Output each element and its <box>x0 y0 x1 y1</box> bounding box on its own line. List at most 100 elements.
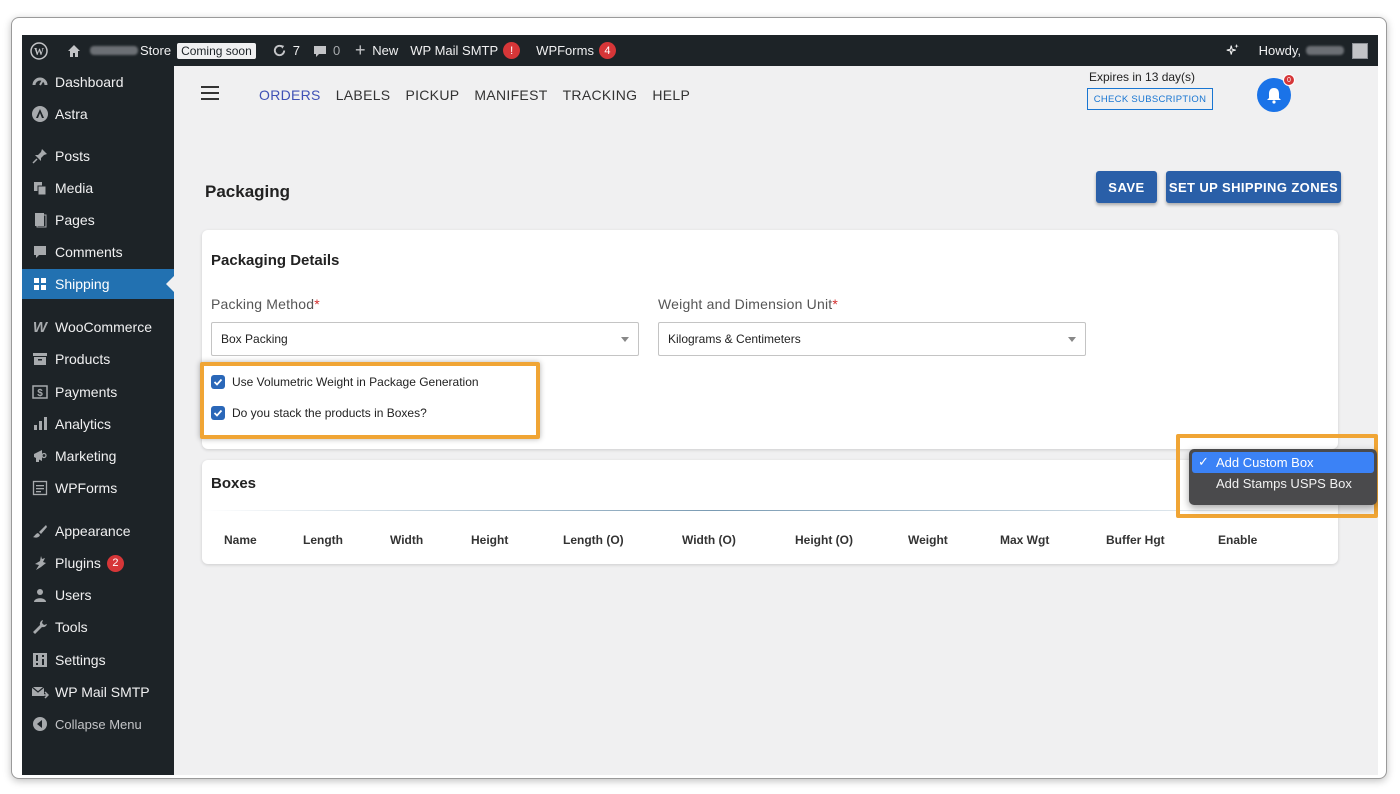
column-header-height: Height <box>471 533 509 547</box>
plus-icon: + <box>355 40 366 60</box>
nav-orders[interactable]: ORDERS <box>259 87 321 103</box>
account-menu[interactable]: Howdy, <box>1247 35 1378 66</box>
column-header-length: Length <box>303 533 343 547</box>
wpforms-link[interactable]: WPForms 4 <box>526 35 622 66</box>
save-button[interactable]: SAVE <box>1096 171 1157 203</box>
updates-link[interactable]: 7 <box>266 35 306 66</box>
checkbox-highlight-box <box>200 362 540 439</box>
brush-icon <box>30 521 50 541</box>
check-subscription-button[interactable]: CHECK SUBSCRIPTION <box>1087 88 1213 110</box>
packing-method-value: Box Packing <box>221 332 288 346</box>
bell-icon <box>1267 88 1281 104</box>
woo-icon: W <box>32 318 48 336</box>
sidebar-item-products[interactable]: Products <box>22 344 174 374</box>
boxes-card: Boxes Name Length Width Height Length (O… <box>202 460 1338 564</box>
sidebar-item-wpforms[interactable]: WPForms <box>22 473 174 503</box>
sidebar-item-comments[interactable]: Comments <box>22 237 174 267</box>
sidebar-item-label: Appearance <box>55 523 131 539</box>
top-nav: ORDERS LABELS PICKUP MANIFEST TRACKING H… <box>259 87 705 103</box>
plugins-count-badge: 2 <box>106 554 124 572</box>
weight-unit-label: Weight and Dimension Unit* <box>658 296 838 312</box>
sidebar-item-astra[interactable]: Astra <box>22 99 174 129</box>
sidebar-item-label: WooCommerce <box>55 319 152 335</box>
required-mark: * <box>832 296 839 312</box>
new-content-link[interactable]: + New <box>346 35 404 66</box>
astra-icon <box>30 104 50 124</box>
sidebar-item-payments[interactable]: $ Payments <box>22 377 174 407</box>
page-title: Packaging <box>205 182 291 201</box>
column-header-name: Name <box>224 533 257 547</box>
packing-method-select[interactable]: Box Packing <box>211 322 639 356</box>
window-frame: W Store Coming soon 7 0 + New WP Mail SM… <box>11 17 1387 779</box>
sidebar-item-wp-mail-smtp[interactable]: WP Mail SMTP <box>22 677 174 707</box>
comment-icon <box>30 242 50 262</box>
nav-tracking[interactable]: TRACKING <box>563 87 638 103</box>
nav-pickup[interactable]: PICKUP <box>405 87 459 103</box>
site-name-suffix: Store <box>140 43 172 58</box>
nav-labels[interactable]: LABELS <box>336 87 391 103</box>
sidebar-item-label: Marketing <box>55 448 117 464</box>
column-header-height-outer: Height (O) <box>795 533 853 547</box>
settings-icon <box>30 650 50 670</box>
plug-icon <box>30 553 50 573</box>
sidebar-item-plugins[interactable]: Plugins 2 <box>22 548 174 578</box>
screen: W Store Coming soon 7 0 + New WP Mail SM… <box>22 35 1378 775</box>
collapse-icon <box>30 714 50 734</box>
avatar <box>1352 42 1368 59</box>
chevron-down-icon <box>621 337 629 342</box>
add-stamps-usps-box-label: Add Stamps USPS Box <box>1216 476 1352 491</box>
dollar-icon: $ <box>30 382 50 402</box>
set-up-shipping-zones-button[interactable]: SET UP SHIPPING ZONES <box>1166 171 1341 203</box>
new-label: New <box>372 43 399 58</box>
howdy-label: Howdy, <box>1258 43 1301 58</box>
sidebar-item-posts[interactable]: Posts <box>22 141 174 171</box>
pin-icon <box>30 146 50 166</box>
site-name-link[interactable]: Store <box>54 35 177 66</box>
sidebar-item-tools[interactable]: Tools <box>22 612 174 642</box>
wp-mail-smtp-link[interactable]: WP Mail SMTP ! <box>404 35 526 66</box>
sidebar-item-label: Comments <box>55 244 123 260</box>
nav-help[interactable]: HELP <box>652 87 690 103</box>
sidebar-item-analytics[interactable]: Analytics <box>22 409 174 439</box>
svg-text:W: W <box>34 47 44 58</box>
archive-icon <box>30 349 50 369</box>
sidebar-item-label: Payments <box>55 384 118 400</box>
admin-bar-right: Howdy, <box>1219 35 1378 66</box>
admin-bar: W Store Coming soon 7 0 + New WP Mail SM… <box>22 35 1378 66</box>
sidebar-item-users[interactable]: Users <box>22 580 174 610</box>
sidebar-item-media[interactable]: Media <box>22 173 174 203</box>
sidebar-item-shipping[interactable]: Shipping <box>22 269 174 299</box>
weight-unit-select[interactable]: Kilograms & Centimeters <box>658 322 1086 356</box>
updates-count: 7 <box>292 43 301 58</box>
user-icon <box>30 585 50 605</box>
hamburger-menu-icon[interactable] <box>201 86 219 100</box>
sidebar-item-woocommerce[interactable]: W WooCommerce <box>22 312 174 342</box>
collapse-menu-button[interactable]: Collapse Menu <box>22 709 174 739</box>
sidebar-item-appearance[interactable]: Appearance <box>22 516 174 546</box>
column-header-width-outer: Width (O) <box>682 533 736 547</box>
boxes-title: Boxes <box>211 475 257 492</box>
sidebar-item-settings[interactable]: Settings <box>22 645 174 675</box>
sidebar-item-label: Posts <box>55 148 91 164</box>
add-stamps-usps-box-option[interactable]: Add Stamps USPS Box <box>1192 473 1374 494</box>
sidebar-item-dashboard[interactable]: Dashboard <box>22 67 174 97</box>
sidebar-item-marketing[interactable]: Marketing <box>22 441 174 471</box>
comments-link[interactable]: 0 <box>306 35 346 66</box>
sidebar-item-label: Collapse Menu <box>55 716 142 732</box>
weight-unit-label-text: Weight and Dimension Unit <box>658 296 833 312</box>
sidebar-item-label: Products <box>55 351 111 367</box>
nav-manifest[interactable]: MANIFEST <box>474 87 547 103</box>
media-icon <box>30 178 50 198</box>
ai-sparkle-button[interactable] <box>1219 35 1247 66</box>
sidebar-item-pages[interactable]: Pages <box>22 205 174 235</box>
coming-soon-badge[interactable]: Coming soon <box>177 35 266 66</box>
add-custom-box-option[interactable]: ✓ Add Custom Box <box>1192 452 1374 473</box>
blurred-site-name <box>90 46 138 55</box>
packing-method-label: Packing Method* <box>211 296 320 312</box>
weight-unit-value: Kilograms & Centimeters <box>668 332 801 346</box>
sidebar-item-label: Pages <box>55 212 95 228</box>
column-header-enable: Enable <box>1218 533 1258 547</box>
sidebar-item-label: Tools <box>55 619 88 635</box>
wordpress-logo-icon[interactable]: W <box>22 35 54 66</box>
grid-icon <box>30 274 50 294</box>
